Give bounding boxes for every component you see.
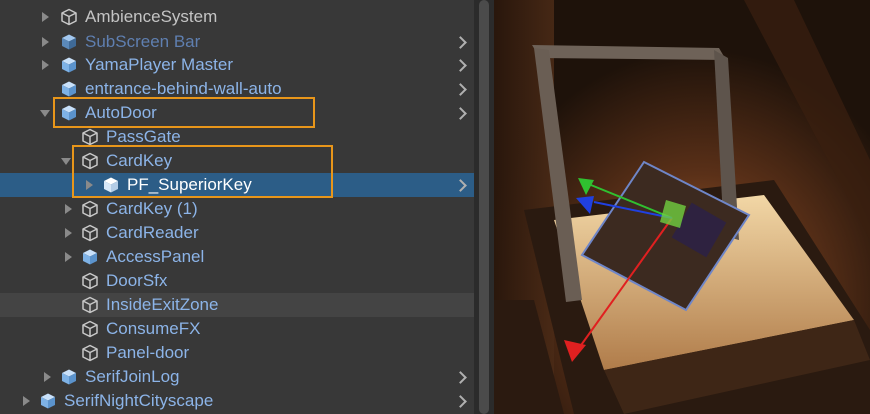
prefab-cube-icon [59,55,79,75]
foldout-triangle-icon[interactable] [19,389,33,413]
gameobject-cube-icon [80,199,100,219]
gameobject-cube-icon [80,295,100,315]
prefab-cube-icon [59,367,79,387]
hierarchy-row-label: CardKey (1) [106,199,198,218]
scene-render [494,0,870,414]
scene-view[interactable] [494,0,870,414]
gameobject-cube-icon [80,319,100,339]
gameobject-cube-icon [80,223,100,243]
hierarchy-row-label: SubScreen Bar [85,32,201,51]
hierarchy-row[interactable]: Panel-door [0,341,474,365]
scrollbar-thumb[interactable] [479,0,489,414]
hierarchy-row-label: AccessPanel [106,247,205,266]
foldout-triangle-icon[interactable] [38,53,52,77]
foldout-triangle-icon[interactable] [38,30,52,54]
open-prefab-chevron-right-icon[interactable] [456,53,468,77]
hierarchy-row-label: CardReader [106,223,199,242]
foldout-triangle-icon[interactable] [59,149,73,173]
hierarchy-row-label: YamaPlayer Master [85,55,234,74]
hierarchy-row-label: DoorSfx [106,271,168,290]
foldout-triangle-icon[interactable] [61,197,75,221]
hierarchy-row[interactable]: CardKey (1) [0,197,474,221]
gameobject-cube-icon [80,343,100,363]
gameobject-cube-icon [59,7,79,27]
hierarchy-row[interactable]: ConsumeFX [0,317,474,341]
prefab-cube-icon [59,32,79,52]
hierarchy-panel: AmbienceSystem SubScreen Bar YamaPlayer … [0,0,474,414]
hierarchy-row-label: ConsumeFX [106,319,201,338]
open-prefab-chevron-right-icon[interactable] [456,101,468,125]
highlight-box-cardkey [72,145,333,198]
foldout-triangle-icon[interactable] [61,221,75,245]
foldout-triangle-icon[interactable] [38,5,52,29]
gameobject-cube-icon [80,271,100,291]
prefab-cube-icon [38,391,58,411]
hierarchy-row[interactable]: AmbienceSystem [0,5,474,29]
foldout-triangle-icon[interactable] [40,365,54,389]
hierarchy-row-label: AmbienceSystem [85,7,218,26]
hierarchy-row-hovered[interactable]: InsideExitZone [0,293,474,317]
hierarchy-row[interactable]: CardReader [0,221,474,245]
prefab-cube-icon [59,79,79,99]
gameobject-cube-icon [80,127,100,147]
foldout-triangle-icon[interactable] [61,245,75,269]
foldout-triangle-icon[interactable] [38,101,52,125]
hierarchy-row-label: InsideExitZone [106,295,219,314]
hierarchy-row[interactable]: SerifJoinLog [0,365,474,389]
hierarchy-row[interactable]: AccessPanel [0,245,474,269]
hierarchy-row[interactable]: YamaPlayer Master [0,53,474,77]
hierarchy-row[interactable]: DoorSfx [0,269,474,293]
prefab-cube-icon [80,247,100,267]
hierarchy-row[interactable]: SubScreen Bar [0,30,474,54]
hierarchy-row-label: SerifJoinLog [85,367,180,386]
open-prefab-chevron-right-icon[interactable] [456,389,468,413]
open-prefab-chevron-right-icon[interactable] [456,173,468,197]
open-prefab-chevron-right-icon[interactable] [456,30,468,54]
highlight-box-autodoor [53,97,315,128]
hierarchy-row-label: Panel-door [106,343,190,362]
open-prefab-chevron-right-icon[interactable] [456,365,468,389]
hierarchy-row[interactable]: SerifNightCityscape [0,389,474,413]
open-prefab-chevron-right-icon[interactable] [456,77,468,101]
hierarchy-row-label: SerifNightCityscape [64,391,214,410]
